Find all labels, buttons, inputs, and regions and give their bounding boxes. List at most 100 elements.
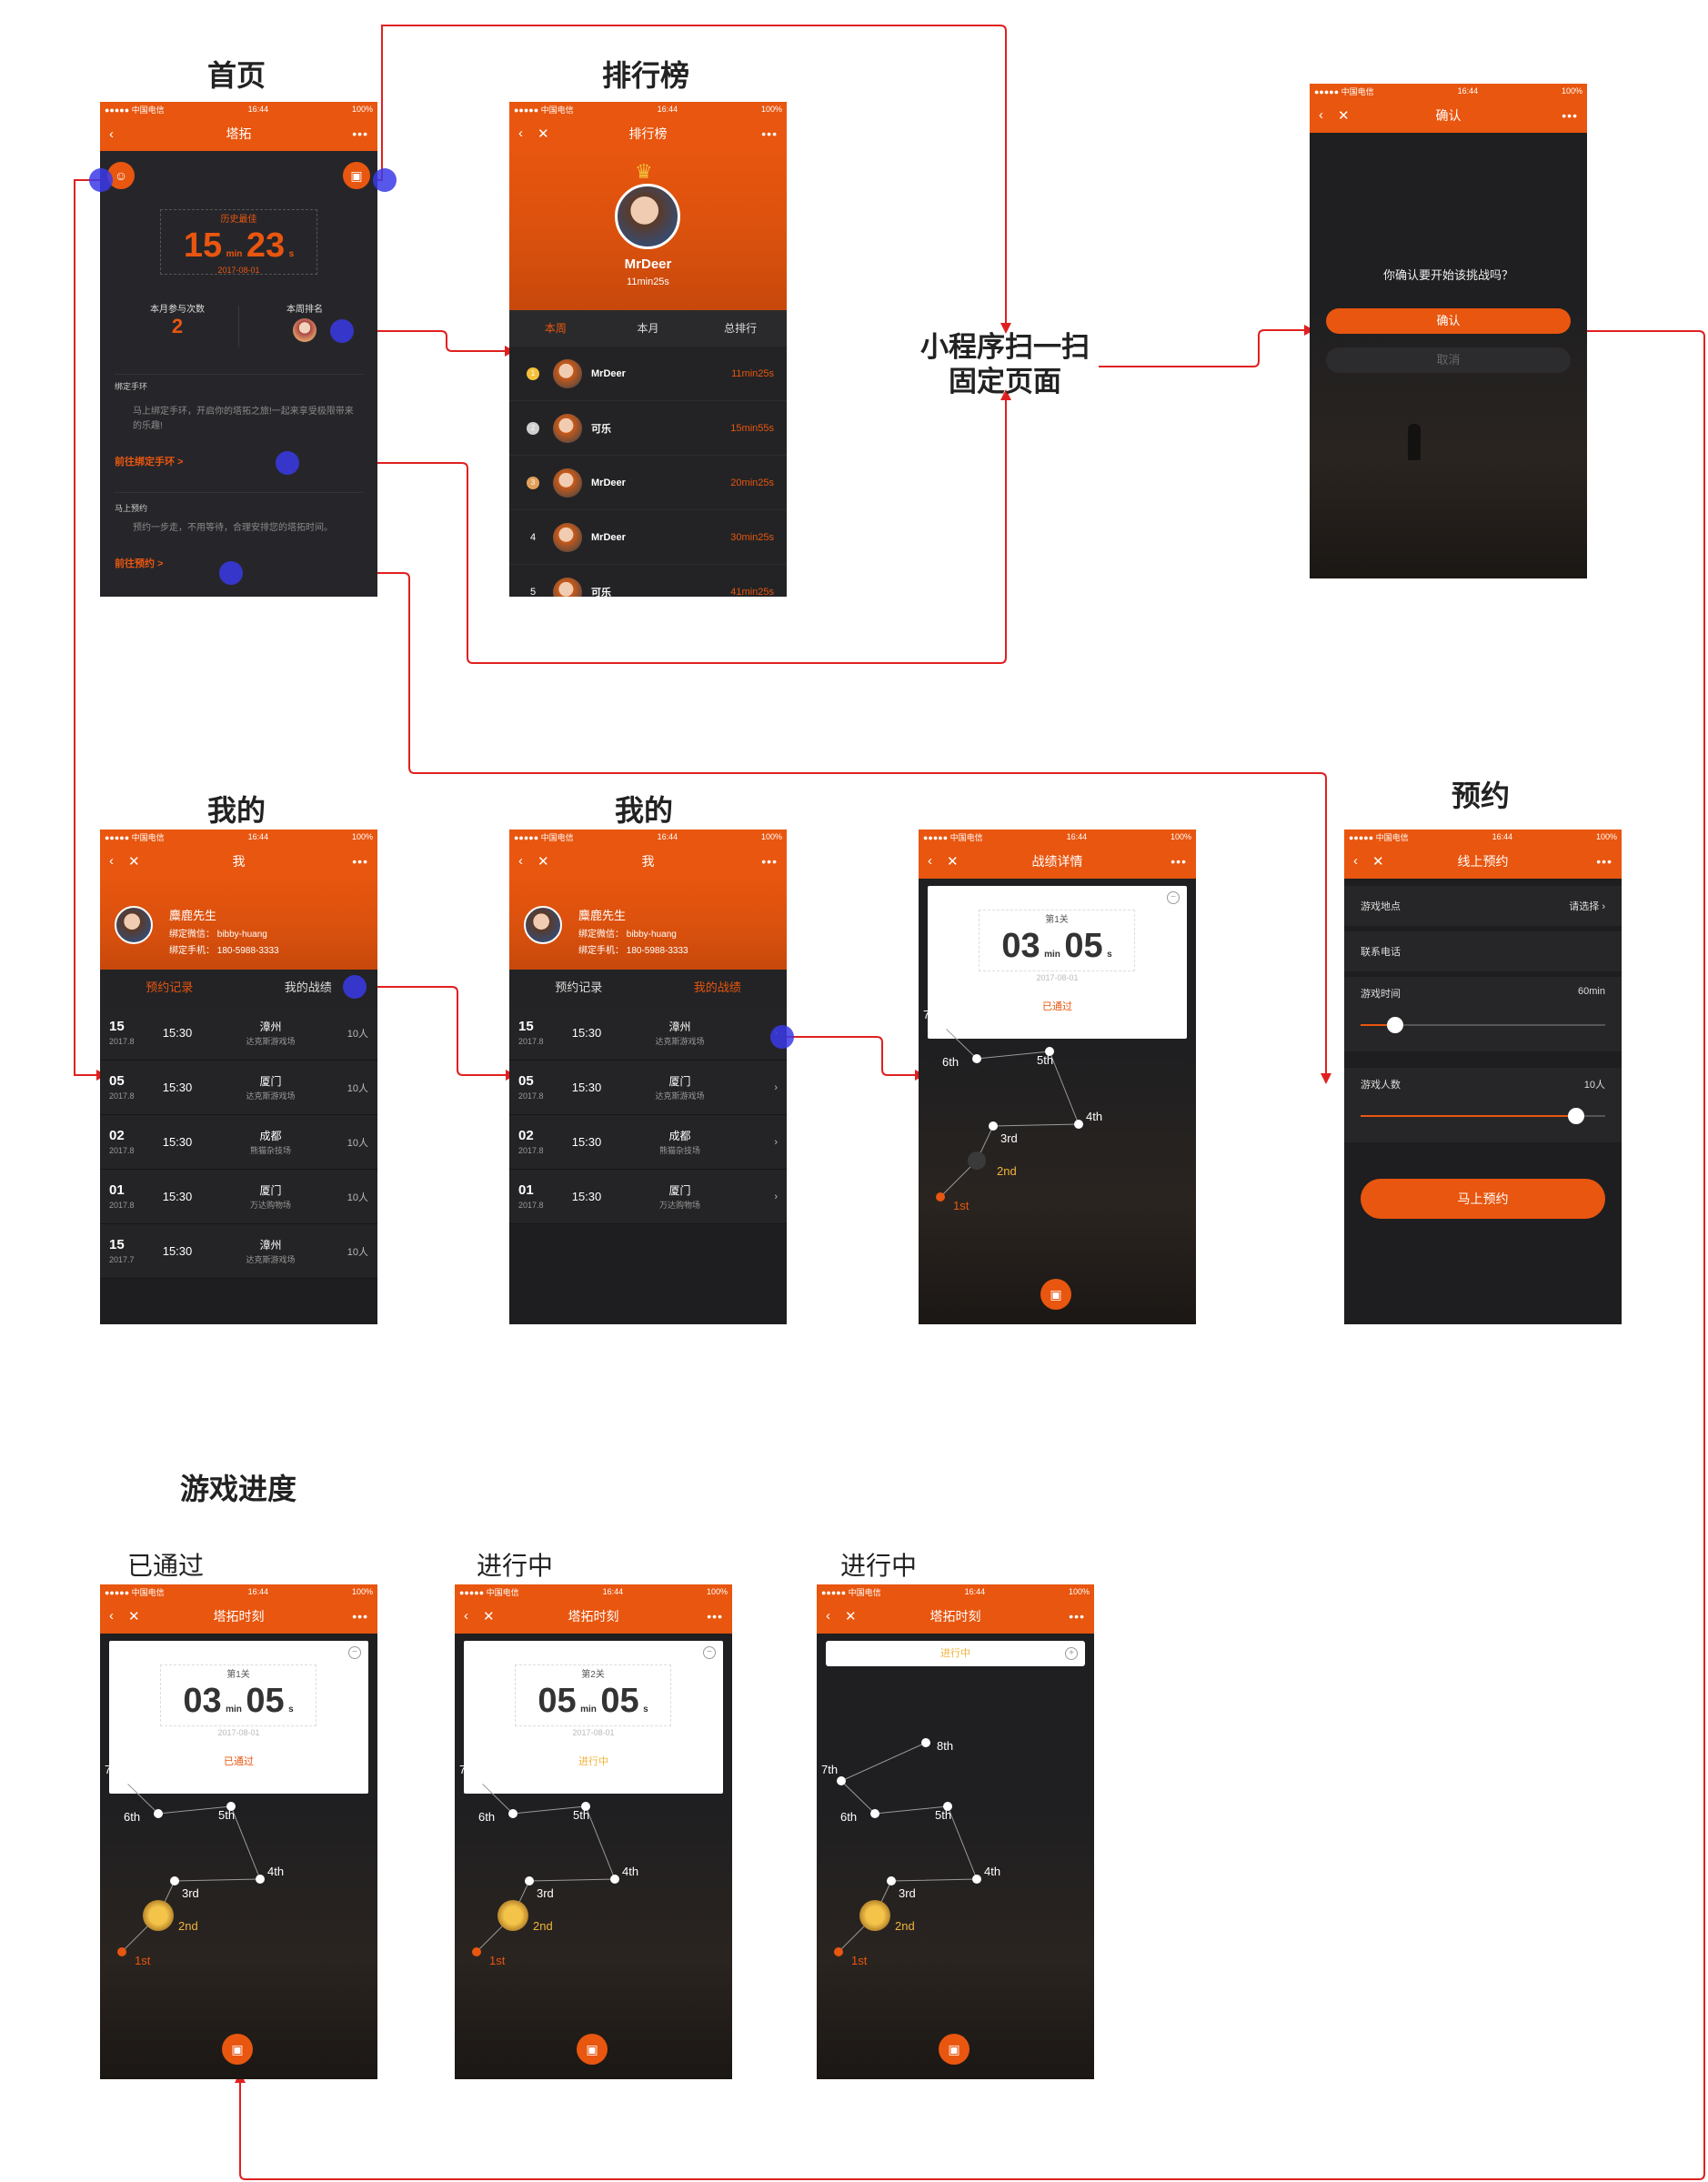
scan-icon[interactable]: ▣ [343,162,370,189]
cancel-button[interactable]: 取消 [1326,347,1571,373]
tab-scores[interactable]: 我的战绩 [648,970,788,1006]
best-sec-unit: s [288,249,295,259]
back-icon[interactable]: ‹ [109,853,114,870]
phone-row[interactable]: 联系电话 [1344,931,1622,971]
row-place: 厦门 达克斯游戏场 [618,1073,741,1101]
route-node[interactable] [968,1151,986,1170]
route-node[interactable] [117,1947,126,1956]
list-item[interactable]: 05 2017.8 15:30 厦门 达克斯游戏场 10人 [100,1061,377,1115]
route-node[interactable] [143,1900,174,1931]
list-item[interactable]: 152017.815:30漳州达克斯游戏场› [509,1006,787,1061]
ranking-row[interactable]: 4 MrDeer 30min25s [509,510,787,565]
route-node[interactable] [837,1776,846,1785]
route-node[interactable] [256,1875,265,1884]
scan-icon[interactable]: ▣ [1040,1279,1071,1310]
back-icon[interactable]: ‹ [518,126,523,142]
ranking-row[interactable]: 1 MrDeer 11min25s [509,347,787,401]
more-icon[interactable]: ••• [1069,1609,1085,1624]
back-icon[interactable]: ‹ [928,853,932,870]
status-bar: ●●●●● 中国电信 16:44 100% [100,830,377,844]
tab-records[interactable]: 预约记录 [100,970,239,1006]
list-item[interactable]: 01 2017.8 15:30 厦门 万达购物场 10人 [100,1170,377,1224]
route-node[interactable] [472,1947,481,1956]
more-icon[interactable]: ••• [352,854,368,869]
submit-booking-button[interactable]: 马上预约 [1361,1179,1605,1219]
route-node[interactable] [475,1776,484,1785]
ranking-row[interactable]: 2 可乐 15min55s [509,401,787,456]
more-icon[interactable]: ••• [1596,854,1613,869]
close-icon[interactable]: ✕ [483,1608,495,1624]
back-icon[interactable]: ‹ [518,853,523,870]
route-node[interactable] [610,1875,619,1884]
screen-home: ●●●●● 中国电信 16:44 100% ‹ 塔拓 ••• ☺ ▣ 历史最佳 … [100,102,377,597]
back-icon[interactable]: ‹ [826,1608,830,1624]
close-icon[interactable]: ✕ [538,853,549,870]
back-icon[interactable]: ‹ [109,126,114,142]
more-icon[interactable]: ••• [352,126,368,141]
slider-knob[interactable] [1567,1108,1584,1124]
confirm-button[interactable]: 确认 [1326,308,1571,334]
route-node[interactable] [859,1900,890,1931]
more-icon[interactable]: ••• [761,126,778,141]
route-node[interactable] [525,1876,534,1885]
route-node[interactable] [989,1121,998,1131]
route-node[interactable] [936,1192,945,1202]
list-item[interactable]: 05 2017.8 15:30 厦门 达克斯游戏场 › [509,1061,787,1115]
route-node[interactable] [497,1900,528,1931]
scan-icon[interactable]: ▣ [577,2034,608,2065]
medal-icon: 2 [527,421,539,435]
profile-header: 麋鹿先生 绑定微信： bibby-huang 绑定手机： 180-5988-33… [100,879,377,970]
close-icon[interactable]: ✕ [947,853,959,870]
list-item[interactable]: 01 2017.8 15:30 厦门 万达购物场 › [509,1170,787,1224]
row-city: 厦门 [668,1184,691,1197]
slider-knob[interactable] [1386,1017,1403,1033]
tab-all[interactable]: 总排行 [694,310,787,347]
list-item[interactable]: 02 2017.8 15:30 成都 熊猫杂技场 10人 [100,1115,377,1170]
best-sec: 23 [246,226,286,265]
tab-records[interactable]: 预约记录 [509,970,648,1006]
tab-month[interactable]: 本月 [602,310,695,347]
route-node[interactable] [508,1809,517,1818]
back-icon[interactable]: ‹ [109,1608,114,1624]
route-node[interactable] [154,1809,163,1818]
more-icon[interactable]: ••• [761,854,778,869]
more-icon[interactable]: ••• [352,1609,368,1624]
close-icon[interactable]: ✕ [1338,107,1350,124]
duration-slider[interactable] [1361,1017,1605,1033]
route-node[interactable] [972,1054,981,1063]
close-icon[interactable]: ✕ [1372,853,1384,870]
route-node[interactable] [939,1021,948,1031]
route-node[interactable] [887,1876,896,1885]
more-icon[interactable]: ••• [1170,854,1187,869]
list-item[interactable]: 02 2017.8 15:30 成都 熊猫杂技场 › [509,1115,787,1170]
scan-icon[interactable]: ▣ [222,2034,253,2065]
ranking-row[interactable]: 5 可乐 41min25s [509,565,787,597]
row-place: 厦门 万达购物场 [618,1182,741,1211]
route-node[interactable] [870,1809,879,1818]
back-icon[interactable]: ‹ [464,1608,468,1624]
carrier-text: ●●●●● 中国电信 [923,832,983,842]
more-icon[interactable]: ••• [1562,108,1578,123]
best-date: 2017-08-01 [217,266,260,275]
close-icon[interactable]: ✕ [128,1608,140,1624]
list-item[interactable]: 15 2017.7 15:30 漳州 达克斯游戏场 10人 [100,1224,377,1279]
route-node[interactable] [921,1738,930,1747]
route-node[interactable] [120,1776,129,1785]
list-item[interactable]: 15 2017.8 15:30 漳州 达克斯游戏场 10人 [100,1006,377,1061]
tab-week[interactable]: 本周 [509,310,602,347]
route-node[interactable] [1074,1120,1083,1129]
route-node[interactable] [834,1947,843,1956]
close-icon[interactable]: ✕ [128,853,140,870]
bind-link[interactable]: 前往绑定手环 > [115,454,363,468]
ranking-row[interactable]: 3 MrDeer 20min25s [509,456,787,510]
route-node[interactable] [972,1875,981,1884]
scan-icon[interactable]: ▣ [939,2034,970,2065]
close-icon[interactable]: ✕ [845,1608,857,1624]
place-row[interactable]: 游戏地点 请选择 › [1344,886,1622,926]
people-slider[interactable] [1361,1108,1605,1124]
close-icon[interactable]: ✕ [538,126,549,142]
more-icon[interactable]: ••• [707,1609,723,1624]
back-icon[interactable]: ‹ [1319,107,1323,124]
back-icon[interactable]: ‹ [1353,853,1358,870]
route-node[interactable] [170,1876,179,1885]
